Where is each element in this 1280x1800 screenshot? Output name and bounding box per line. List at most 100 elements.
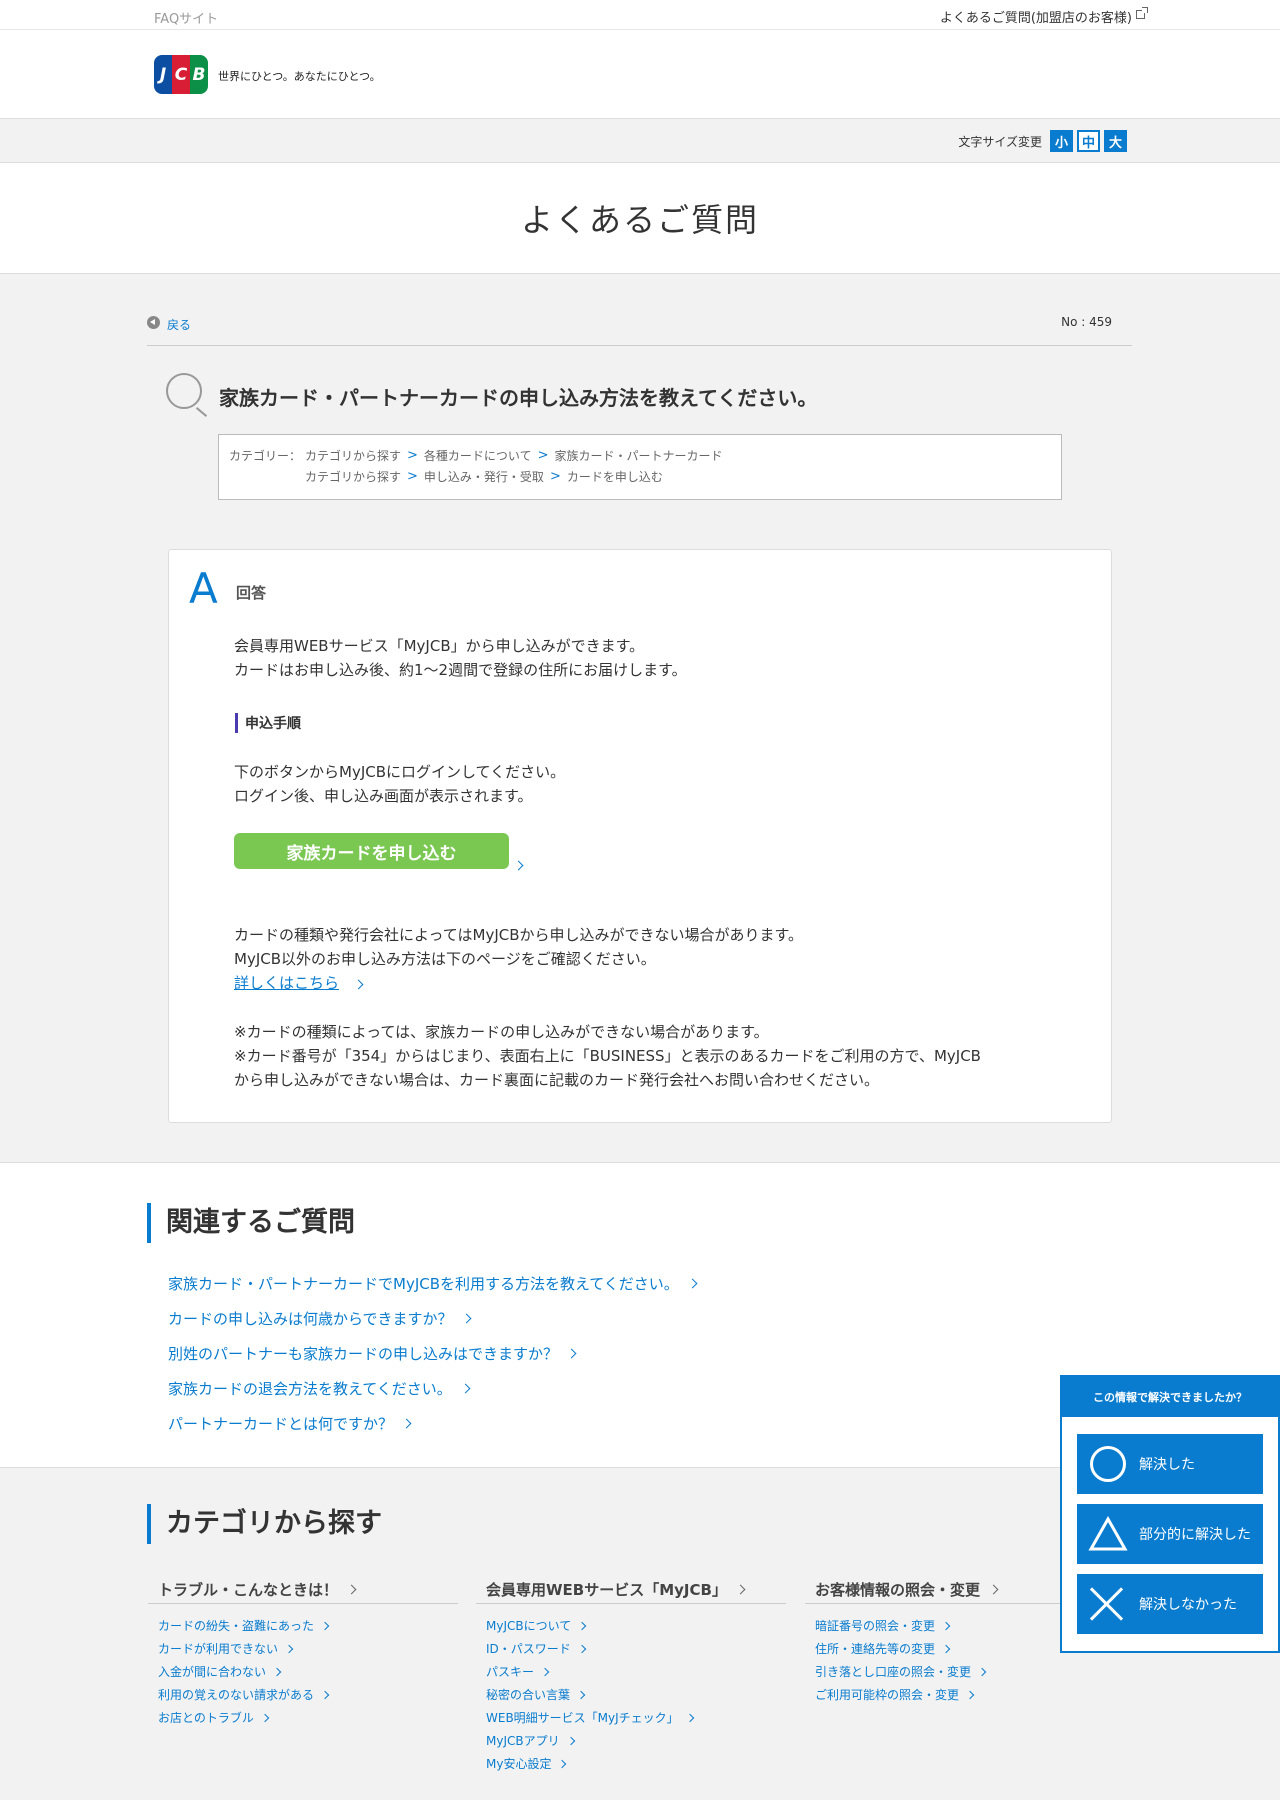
category-item-label: 住所・連絡先等の変更 — [815, 1642, 936, 1656]
steps-heading: 申込手順 — [235, 713, 301, 733]
feedback-title: この情報で解決できましたか？ — [1062, 1377, 1278, 1417]
category-item-label: ID・パスワード — [486, 1642, 571, 1656]
category-item-label: カードの紛失・盗難にあった — [158, 1619, 315, 1633]
category-item[interactable]: My安心設定 — [486, 1752, 786, 1775]
detail-link[interactable]: 詳しくはこちら — [234, 972, 339, 993]
chevron-right-icon — [353, 979, 364, 990]
chevron-right-icon — [735, 1584, 746, 1595]
related-item[interactable]: 別姓のパートナーも家族カードの申し込みはできますか？ — [168, 1336, 696, 1371]
steps-line: ログイン後、申し込み画面が表示されます。 — [234, 787, 533, 805]
related-item[interactable]: パートナーカードとは何ですか？ — [168, 1406, 696, 1441]
chevron-right-icon — [577, 1644, 587, 1653]
category-heading[interactable]: 会員専用WEBサービス「MyJCB」 — [476, 1576, 786, 1604]
related-item-label: 家族カード・パートナーカードでMyJCBを利用する方法を教えてください。 — [168, 1275, 679, 1293]
category-link[interactable]: カテゴリから探す — [305, 447, 401, 464]
related-item-label: パートナーカードとは何ですか？ — [168, 1415, 394, 1433]
partially-resolved-button[interactable]: 部分的に解決した — [1077, 1504, 1263, 1564]
category-link[interactable]: 家族カード・パートナーカード — [554, 447, 722, 464]
category-item[interactable]: ご利用可能枠の照会・変更 — [815, 1683, 1115, 1706]
note-line: カードの種類や発行会社によってはMyJCBから申し込みができない場合があります。 — [234, 926, 804, 944]
category-item[interactable]: パスキー — [486, 1660, 786, 1683]
jcb-logo[interactable]: J C B — [154, 55, 208, 94]
cross-icon — [1089, 1586, 1125, 1622]
category-item[interactable]: ID・パスワード — [486, 1637, 786, 1660]
chevron-right-icon — [272, 1667, 282, 1676]
category-item-label: 入金が間に合わない — [158, 1665, 267, 1679]
category-item-label: 利用の覚えのない請求がある — [158, 1688, 315, 1702]
chevron-right-icon — [461, 1313, 472, 1324]
unresolved-label: 解決しなかった — [1139, 1597, 1237, 1613]
category-item[interactable]: お店とのトラブル — [158, 1706, 458, 1729]
category-link[interactable]: カードを申し込む — [567, 468, 663, 485]
category-column-trouble: トラブル・こんなときは！ カードの紛失・盗難にあった カードが利用できない 入金… — [148, 1576, 458, 1729]
site-label[interactable]: FAQサイト — [154, 8, 218, 27]
chevron-right-icon — [320, 1690, 330, 1699]
font-size-small-button[interactable]: 小 — [1050, 130, 1073, 152]
related-item[interactable]: カードの申し込みは何歳からできますか？ — [168, 1301, 696, 1336]
top-bar: FAQサイト よくあるご質問(加盟店のお客様) — [0, 0, 1280, 30]
back-link[interactable]: 戻る — [167, 316, 191, 333]
resolved-button[interactable]: 解決した — [1077, 1434, 1263, 1494]
chevron-right-icon — [941, 1621, 951, 1630]
category-items: MyJCBについて ID・パスワード パスキー 秘密の合い言葉 WEB明細サービ… — [476, 1604, 786, 1775]
tagline: 世界にひとつ。あなたにひとつ。 — [218, 70, 381, 83]
category-item[interactable]: MyJCBについて — [486, 1614, 786, 1637]
category-item[interactable]: 入金が間に合わない — [158, 1660, 458, 1683]
related-item[interactable]: 家族カードの退会方法を教えてください。 — [168, 1371, 696, 1406]
related-item[interactable]: 家族カード・パートナーカードでMyJCBを利用する方法を教えてください。 — [168, 1266, 698, 1301]
category-path-1: カテゴリから探す > 各種カードについて > 家族カード・パートナーカード — [305, 447, 723, 464]
font-size-bar: 文字サイズ変更 小 中 大 — [0, 119, 1280, 163]
resolved-label: 解決した — [1139, 1457, 1195, 1473]
chevron-right-icon — [320, 1621, 330, 1630]
page-title-bar: よくあるご質問 — [0, 163, 1280, 274]
category-item-label: WEB明細サービス「MyJチェック」 — [486, 1711, 679, 1725]
category-column-myjcb: 会員専用WEBサービス「MyJCB」 MyJCBについて ID・パスワード パス… — [476, 1576, 786, 1775]
category-item[interactable]: カードの紛失・盗難にあった — [158, 1614, 458, 1637]
chevron-right-icon — [346, 1584, 357, 1595]
note-line: MyJCB以外のお申し込み方法は下のページをご確認ください。 — [234, 950, 656, 968]
font-size-buttons: 小 中 大 — [1050, 130, 1127, 152]
font-size-large-button[interactable]: 大 — [1104, 130, 1127, 152]
faq-number: No : 459 — [1061, 315, 1112, 329]
category-items: カードの紛失・盗難にあった カードが利用できない 入金が間に合わない 利用の覚え… — [148, 1604, 458, 1729]
chevron-right-icon — [576, 1690, 586, 1699]
not-resolved-button[interactable]: 解決しなかった — [1077, 1574, 1263, 1634]
category-item-label: 引き落とし口座の照会・変更 — [815, 1665, 972, 1679]
chevron-right-icon — [566, 1348, 577, 1359]
category-heading-label: トラブル・こんなときは！ — [158, 1581, 339, 1599]
category-label: カテゴリー： — [229, 449, 302, 463]
category-item[interactable]: WEB明細サービス「MyJチェック」 — [486, 1706, 786, 1729]
category-link[interactable]: 申し込み・発行・受取 — [424, 468, 544, 485]
answer-line: 会員専用WEBサービス「MyJCB」から申し込みができます。 — [234, 637, 645, 655]
apply-family-card-button[interactable]: 家族カードを申し込む — [234, 833, 509, 869]
answer-intro: 会員専用WEBサービス「MyJCB」から申し込みができます。 カードはお申し込み… — [234, 634, 687, 682]
related-title: 関連するご質問 — [147, 1203, 355, 1243]
circle-icon — [1090, 1446, 1126, 1482]
category-link[interactable]: 各種カードについて — [424, 447, 532, 464]
back-arrow-icon[interactable] — [147, 316, 160, 329]
chevron-right-icon — [540, 1667, 550, 1676]
category-item[interactable]: 引き落とし口座の照会・変更 — [815, 1660, 1115, 1683]
related-item-label: 家族カードの退会方法を教えてください。 — [168, 1380, 452, 1398]
merchant-faq-link[interactable]: よくあるご質問(加盟店のお客様) — [940, 7, 1132, 26]
warning-line: ※カード番号が「354」からはじまり、表面右上に「BUSINESS」と表示のある… — [234, 1047, 981, 1065]
category-item-label: MyJCBアプリ — [486, 1734, 560, 1748]
category-link[interactable]: カテゴリから探す — [305, 468, 401, 485]
category-item[interactable]: MyJCBアプリ — [486, 1729, 786, 1752]
chevron-right-icon: > — [537, 448, 549, 463]
steps-line: 下のボタンからMyJCBにログインしてください。 — [234, 763, 566, 781]
site-header: J C B 世界にひとつ。あなたにひとつ。 — [0, 30, 1280, 119]
category-item[interactable]: カードが利用できない — [158, 1637, 458, 1660]
category-item[interactable]: 秘密の合い言葉 — [486, 1683, 786, 1706]
question-q-icon — [166, 373, 202, 409]
category-item-label: My安心設定 — [486, 1757, 552, 1771]
chevron-right-icon — [578, 1621, 587, 1630]
category-heading-label: 会員専用WEBサービス「MyJCB」 — [486, 1581, 727, 1599]
steps-text: 下のボタンからMyJCBにログインしてください。 ログイン後、申し込み画面が表示… — [234, 760, 565, 808]
category-item-label: お店とのトラブル — [158, 1711, 254, 1725]
category-heading[interactable]: トラブル・こんなときは！ — [148, 1576, 458, 1604]
category-item[interactable]: 利用の覚えのない請求がある — [158, 1683, 458, 1706]
question-title: 家族カード・パートナーカードの申し込み方法を教えてください。 — [219, 386, 818, 410]
font-size-medium-button[interactable]: 中 — [1077, 130, 1100, 152]
category-heading-label: お客様情報の照会・変更 — [815, 1581, 981, 1599]
